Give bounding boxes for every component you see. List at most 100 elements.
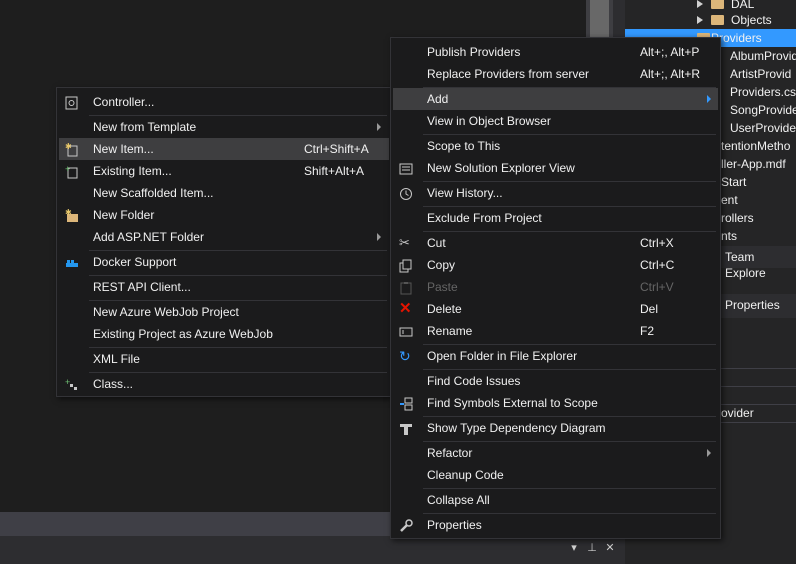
menu-item-replace-providers[interactable]: Replace Providers from server Alt+;, Alt… <box>393 63 718 85</box>
new-view-icon <box>399 161 413 175</box>
menu-item-label: New Azure WebJob Project <box>93 305 239 319</box>
menu-item-label: Collapse All <box>427 493 490 507</box>
menu-item-show-type-dependency-diagram[interactable]: Show Type Dependency Diagram <box>393 417 718 439</box>
menu-item-exclude-from-project[interactable]: Exclude From Project <box>393 207 718 229</box>
menu-item-new-item[interactable]: ✱ New Item... Ctrl+Shift+A <box>59 138 389 160</box>
menu-item-collapse-all[interactable]: Collapse All <box>393 489 718 511</box>
menu-item-view-in-object-browser[interactable]: View in Object Browser <box>393 110 718 132</box>
menu-item-label: Docker Support <box>93 255 177 269</box>
menu-item-label: New from Template <box>93 120 197 134</box>
find-symbols-icon <box>399 396 413 411</box>
menu-item-existing-item[interactable]: + Existing Item... Shift+Alt+A <box>59 160 389 182</box>
delete-icon: ✕ <box>399 300 412 317</box>
menu-item-copy[interactable]: Copy Ctrl+C <box>393 254 718 276</box>
tree-item-file[interactable]: ArtistProvid <box>730 65 791 83</box>
expand-arrow-icon[interactable] <box>697 0 703 8</box>
svg-text:+: + <box>65 378 70 387</box>
menu-item-controller[interactable]: Controller... <box>59 91 389 113</box>
panel-buttons: ▾ ⊥ ✕ <box>568 541 618 557</box>
tree-item-label: tentionMetho <box>721 139 791 153</box>
menu-item-label: REST API Client... <box>93 280 191 294</box>
expand-arrow-icon[interactable] <box>697 16 703 24</box>
menu-item-new-folder[interactable]: ✱ New Folder <box>59 204 389 226</box>
menu-item-paste[interactable]: Paste Ctrl+V <box>393 276 718 298</box>
tree-item-label: rollers <box>721 211 754 225</box>
menu-item-cut[interactable]: ✂ Cut Ctrl+X <box>393 232 718 254</box>
tree-item-folder[interactable]: nts <box>721 227 737 245</box>
tree-item-file[interactable]: Providers.cs <box>730 83 796 101</box>
menu-item-docker-support[interactable]: Docker Support <box>59 251 389 273</box>
menu-item-class[interactable]: + Class... <box>59 373 389 395</box>
menu-item-cleanup-code[interactable]: Cleanup Code <box>393 464 718 486</box>
submenu-arrow-icon <box>707 449 711 457</box>
submenu-arrow-icon <box>707 95 711 103</box>
paste-icon <box>399 280 413 295</box>
add-submenu: Controller... New from Template ✱ New It… <box>56 87 392 397</box>
menu-item-label: New Folder <box>93 208 155 222</box>
tree-item-file[interactable]: ller-App.mdf <box>721 155 786 173</box>
menu-item-label: Replace Providers from server <box>427 67 590 81</box>
controller-icon <box>65 95 79 110</box>
tab-team-explorer[interactable]: Team Explore <box>725 249 796 281</box>
menu-item-open-folder-in-explorer[interactable]: ↻ Open Folder in File Explorer <box>393 345 718 367</box>
copy-icon <box>399 258 413 273</box>
tree-item-label: ArtistProvid <box>730 67 792 81</box>
submenu-arrow-icon <box>377 233 381 241</box>
menu-item-shortcut: Ctrl+C <box>640 258 675 272</box>
scissors-icon: ✂ <box>399 235 410 250</box>
tree-item-folder[interactable]: ent <box>721 191 738 209</box>
menu-item-scope-to-this[interactable]: Scope to This <box>393 135 718 157</box>
menu-item-new-solution-explorer-view[interactable]: New Solution Explorer View <box>393 157 718 179</box>
menu-item-rename[interactable]: Rename F2 <box>393 320 718 342</box>
folder-icon <box>711 15 724 25</box>
menu-item-new-from-template[interactable]: New from Template <box>59 116 389 138</box>
svg-text:✱: ✱ <box>65 209 72 217</box>
menu-item-existing-azure-webjob[interactable]: Existing Project as Azure WebJob <box>59 323 389 345</box>
menu-item-view-history[interactable]: View History... <box>393 182 718 204</box>
tree-item-label: Start <box>721 175 747 189</box>
menu-item-label: Cut <box>427 236 446 250</box>
tree-item-file[interactable]: UserProvider <box>730 119 796 137</box>
properties-title: Properties <box>725 298 780 312</box>
menu-item-label: New Scaffolded Item... <box>93 186 214 200</box>
menu-item-add-aspnet-folder[interactable]: Add ASP.NET Folder <box>59 226 389 248</box>
tree-item-file[interactable]: AlbumProvid <box>730 47 796 65</box>
menu-item-refactor[interactable]: Refactor <box>393 442 718 464</box>
pin-icon[interactable]: ⊥ <box>586 541 598 557</box>
tree-item-folder[interactable]: rollers <box>721 209 754 227</box>
menu-item-delete[interactable]: ✕ Delete Del <box>393 298 718 320</box>
menu-item-find-code-issues[interactable]: Find Code Issues <box>393 370 718 392</box>
history-icon <box>399 186 413 200</box>
tree-item-folder[interactable]: Start <box>721 173 746 191</box>
menu-item-label: Rename <box>427 324 473 338</box>
menu-item-shortcut: Alt+;, Alt+P <box>640 45 700 59</box>
tree-item-label: ller-App.mdf <box>721 157 786 171</box>
menu-item-label: Paste <box>427 280 458 294</box>
menu-item-label: Refactor <box>427 446 473 460</box>
menu-item-new-scaffolded-item[interactable]: New Scaffolded Item... <box>59 182 389 204</box>
dropdown-arrow-icon[interactable]: ▾ <box>568 541 580 557</box>
menu-item-find-symbols-external[interactable]: Find Symbols External to Scope <box>393 392 718 414</box>
menu-item-label: Cleanup Code <box>427 468 504 482</box>
menu-item-label: Find Symbols External to Scope <box>427 396 598 410</box>
menu-item-label: Class... <box>93 377 134 391</box>
close-icon[interactable]: ✕ <box>604 541 616 557</box>
menu-item-new-azure-webjob[interactable]: New Azure WebJob Project <box>59 301 389 323</box>
wrench-icon <box>399 518 413 532</box>
menu-item-add[interactable]: Add <box>393 88 718 110</box>
type-diagram-icon <box>399 421 413 435</box>
menu-item-shortcut: Ctrl+X <box>640 236 674 250</box>
tree-item-file[interactable]: SongProvide <box>730 101 796 119</box>
menu-item-label: XML File <box>93 352 140 366</box>
menu-item-rest-api-client[interactable]: REST API Client... <box>59 276 389 298</box>
menu-item-publish-providers[interactable]: Publish Providers Alt+;, Alt+P <box>393 41 718 63</box>
menu-item-label: Open Folder in File Explorer <box>427 349 578 363</box>
menu-item-label: Find Code Issues <box>427 374 521 388</box>
menu-item-xml-file[interactable]: XML File <box>59 348 389 370</box>
menu-item-shortcut: Alt+;, Alt+R <box>640 67 701 81</box>
menu-item-shortcut: F2 <box>640 324 655 338</box>
context-menu: Publish Providers Alt+;, Alt+P Replace P… <box>390 37 721 539</box>
menu-item-properties[interactable]: Properties <box>393 514 718 536</box>
menu-item-label: Show Type Dependency Diagram <box>427 421 606 435</box>
tree-item-file[interactable]: tentionMetho <box>721 137 790 155</box>
